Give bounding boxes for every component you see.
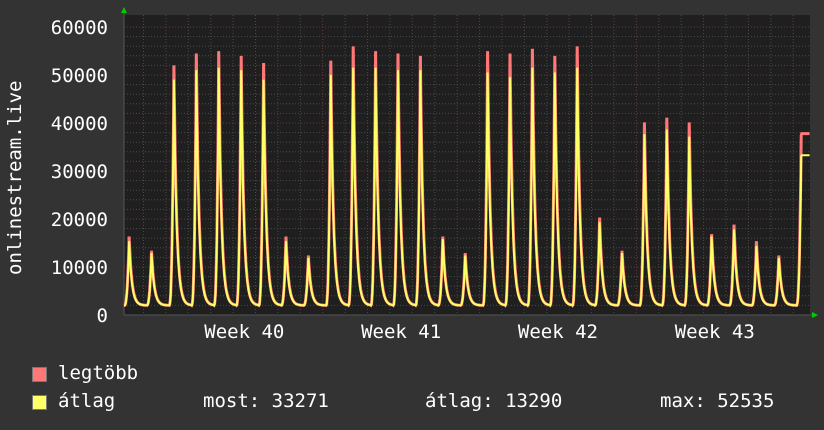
x-tick-label: Week 42 [518, 321, 598, 340]
stat-average: átlag: 13290 [425, 390, 563, 412]
y-tick-label: 10000 [51, 257, 108, 279]
y-tick-label: 20000 [51, 209, 108, 231]
stat-max: max: 52535 [660, 390, 775, 412]
y-axis-arrow-icon [121, 7, 127, 13]
y-tick-label: 40000 [51, 113, 108, 135]
legend-label-avg: átlag [58, 390, 116, 412]
stat-current: most: 33271 [203, 390, 329, 412]
legend-swatch-max [32, 367, 47, 382]
legend-label-max: legtöbb [58, 362, 139, 384]
y-tick-label: 50000 [51, 65, 108, 87]
x-axis-arrow-icon [812, 312, 818, 318]
chart: 0 10000 20000 30000 40000 50000 60000 Week 40 We… [51, 7, 818, 340]
legend-swatch-avg [32, 395, 47, 410]
y-tick-label: 30000 [51, 161, 108, 183]
y-axis-label: onlinestream.live [4, 80, 26, 275]
x-tick-label: Week 40 [204, 321, 284, 340]
y-tick-label: 60000 [51, 17, 108, 39]
x-tick-label: Week 43 [675, 321, 755, 340]
y-tick-label: 0 [97, 305, 108, 327]
x-tick-label: Week 41 [361, 321, 441, 340]
